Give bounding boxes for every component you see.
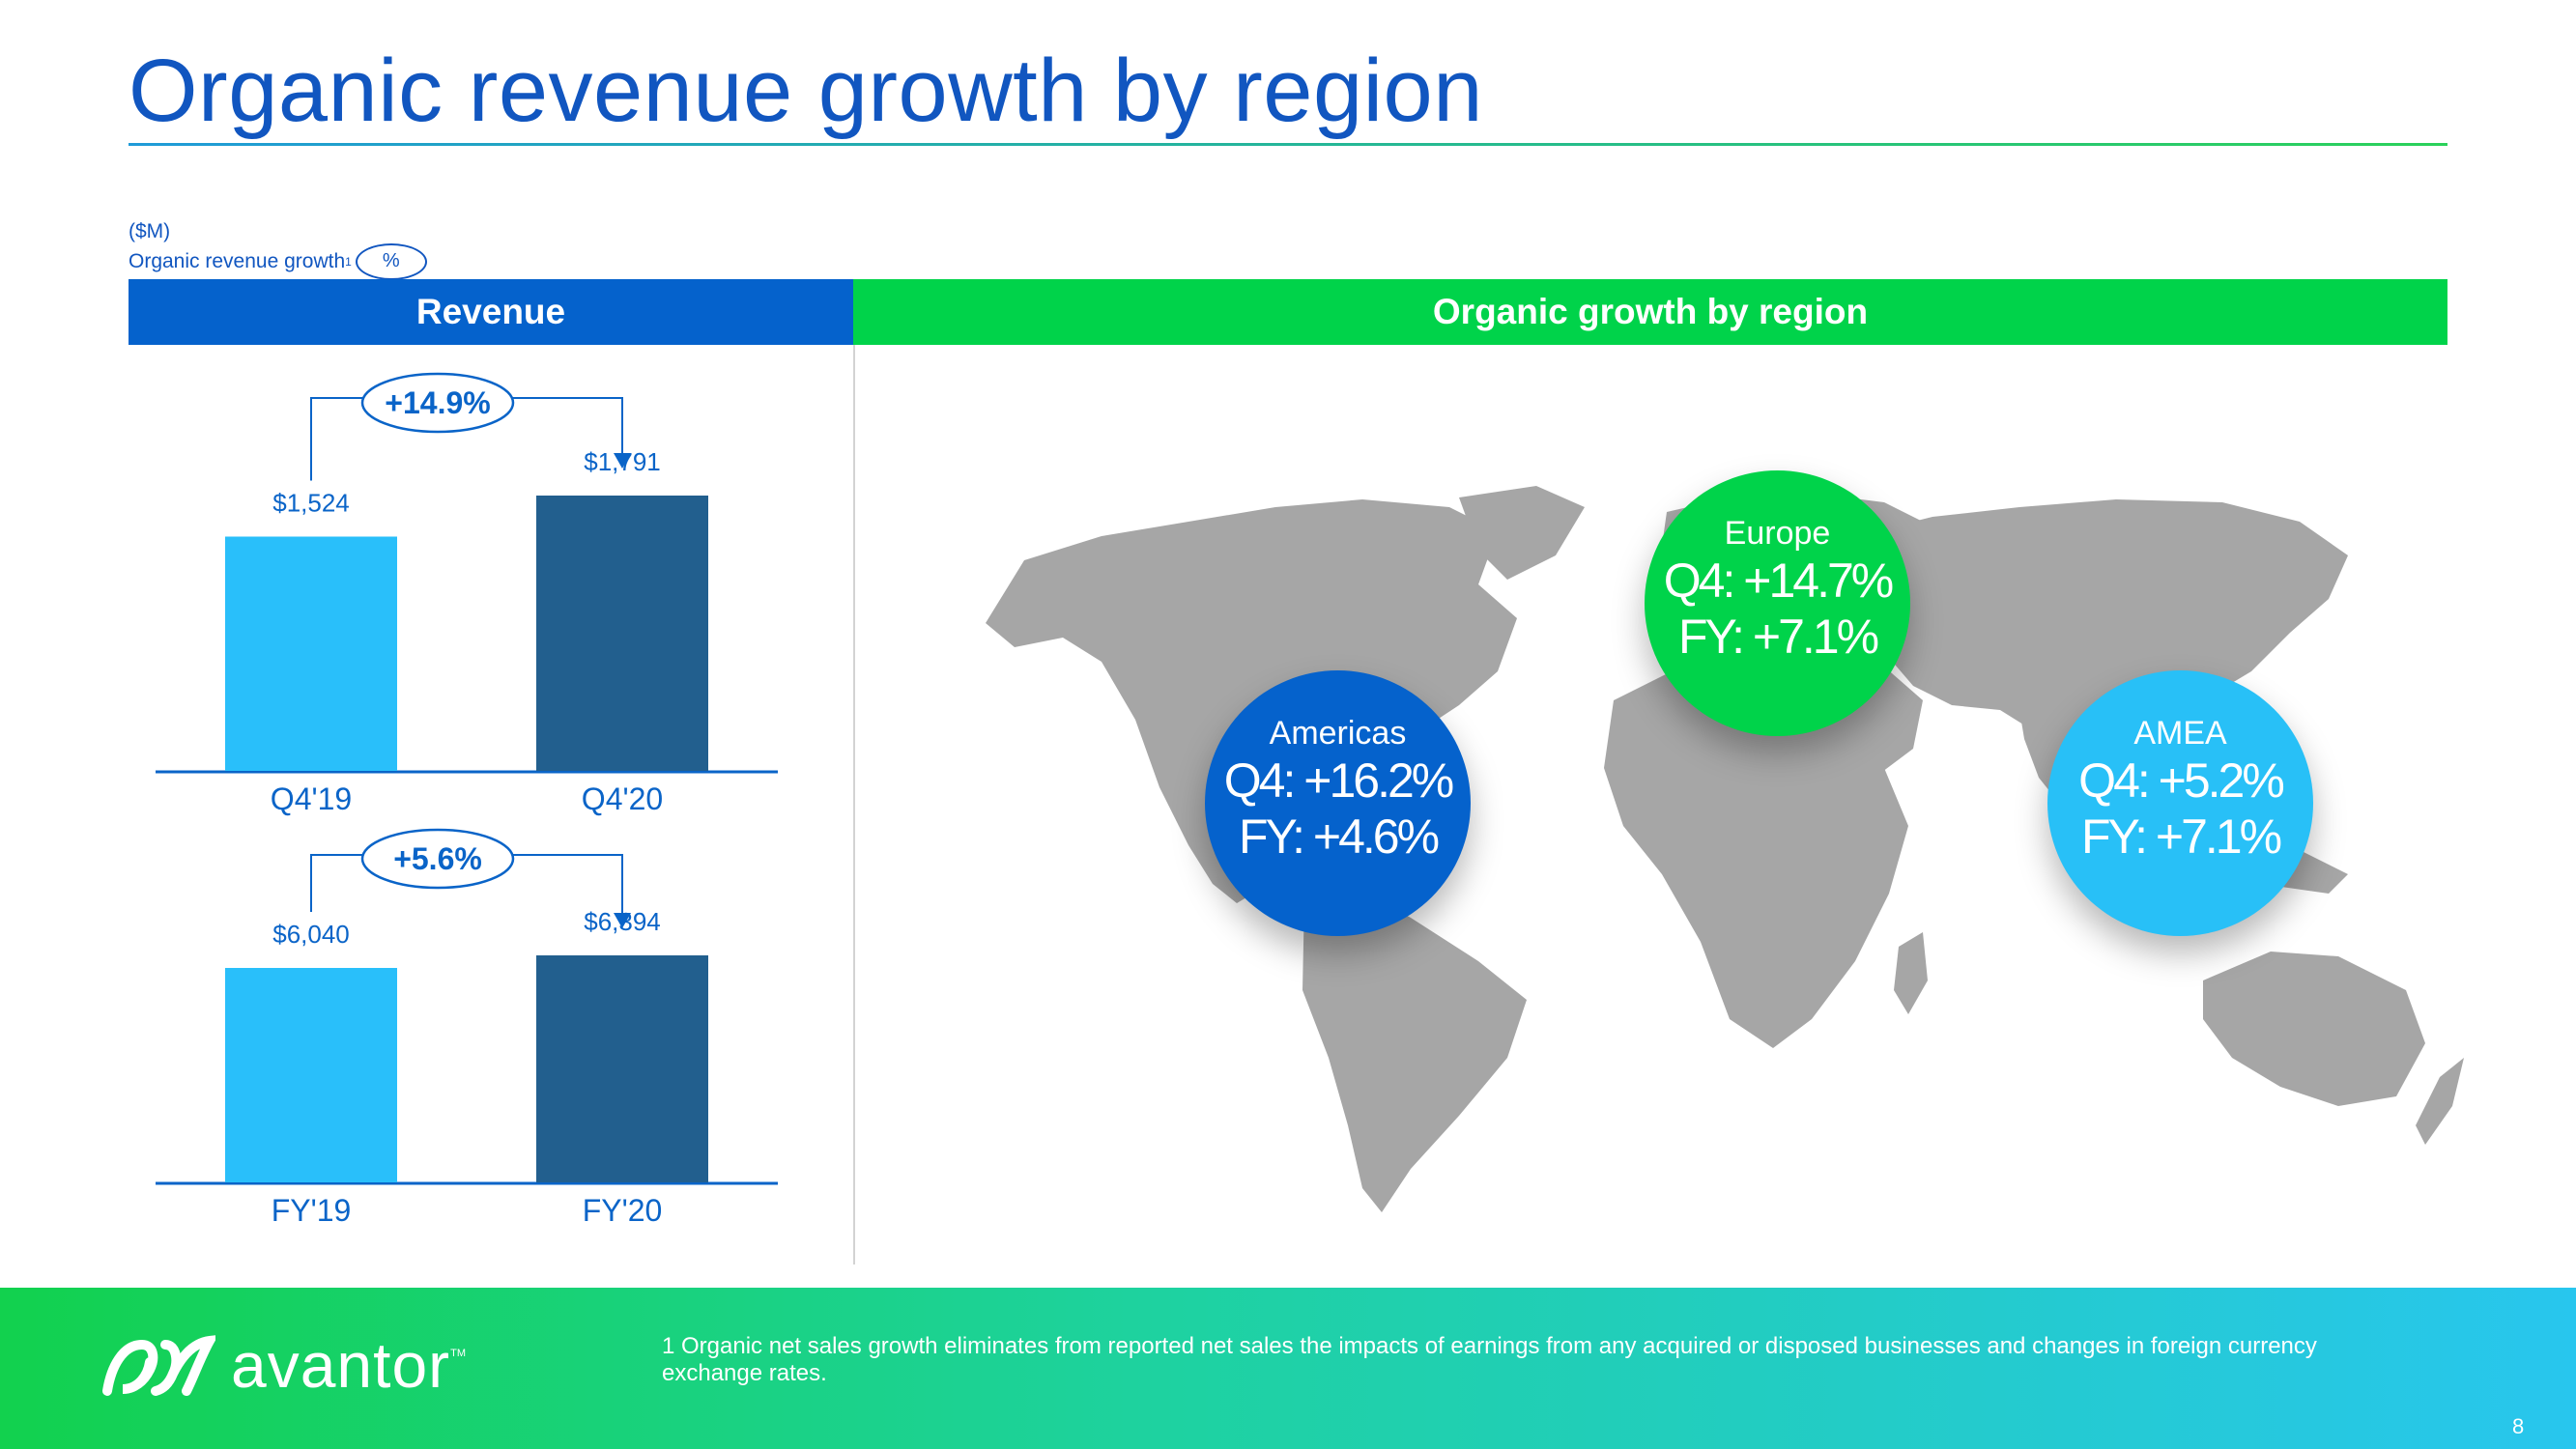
footnote: 1 Organic net sales growth eliminates fr… <box>662 1333 2317 1386</box>
title-underline <box>129 143 2447 146</box>
amea-growth-bubble: AMEA Q4: +5.2% FY: +7.1% <box>2047 670 2313 936</box>
chart-1-value-label-1: $1,524 <box>272 488 350 517</box>
revenue-bar-charts: $1,524Q4'19$1,791Q4'20+14.9%$6,040FY'19$… <box>156 372 778 1228</box>
amea-q4-growth: Q4: +5.2% <box>2078 753 2285 808</box>
chart-2-value-label-1: $6,040 <box>272 920 350 949</box>
chart-1-category-label-1: Q4'19 <box>271 781 352 816</box>
europe-label: Europe <box>1724 515 1831 552</box>
page-number: 8 <box>2512 1414 2525 1438</box>
amea-label: AMEA <box>2133 715 2227 752</box>
south-america-shape <box>1302 892 1527 1212</box>
chart-2-bar-2 <box>536 955 708 1182</box>
chart-1-bar-1 <box>225 536 397 771</box>
growth-legend-oval: % <box>355 243 427 280</box>
americas-growth-bubble: Americas Q4: +16.2% FY: +4.6% <box>1205 670 1471 936</box>
footnote-marker: 1 <box>345 255 352 269</box>
column-divider <box>853 345 855 1264</box>
region-header: Organic growth by region <box>853 279 2447 345</box>
americas-label: Americas <box>1269 715 1407 752</box>
australia-shape <box>2203 952 2425 1106</box>
revenue-header: Revenue <box>129 279 853 345</box>
avantor-logo: avantor TM <box>101 1328 466 1402</box>
americas-fy-growth: FY: +4.6% <box>1238 810 1440 864</box>
avantor-logo-icon <box>102 1335 215 1396</box>
chart-1-category-label-2: Q4'20 <box>582 781 663 816</box>
chart-2-category-label-2: FY'20 <box>583 1193 663 1228</box>
amea-fy-growth: FY: +7.1% <box>2080 810 2282 864</box>
avantor-logo-tm: TM <box>450 1348 467 1359</box>
units-label: ($M) <box>129 220 171 242</box>
avantor-logo-text: avantor <box>231 1329 451 1401</box>
growth-legend: Organic revenue growth 1 % <box>129 243 427 280</box>
new-zealand-shape <box>2416 1058 2464 1145</box>
chart-1-bar-2 <box>536 496 708 771</box>
europe-q4-growth: Q4: +14.7% <box>1663 554 1894 608</box>
chart-2-growth-value: +5.6% <box>393 841 482 876</box>
growth-legend-label: Organic revenue growth <box>129 250 346 272</box>
chart-1-growth-value: +14.9% <box>385 385 490 420</box>
chart-2-category-label-1: FY'19 <box>272 1193 352 1228</box>
page-title: Organic revenue growth by region <box>129 42 1483 140</box>
americas-q4-growth: Q4: +16.2% <box>1223 753 1454 808</box>
chart-2-bar-1 <box>225 968 397 1182</box>
europe-fy-growth: FY: +7.1% <box>1677 610 1879 664</box>
europe-growth-bubble: Europe Q4: +14.7% FY: +7.1% <box>1645 470 1910 736</box>
madagascar-shape <box>1894 932 1928 1014</box>
